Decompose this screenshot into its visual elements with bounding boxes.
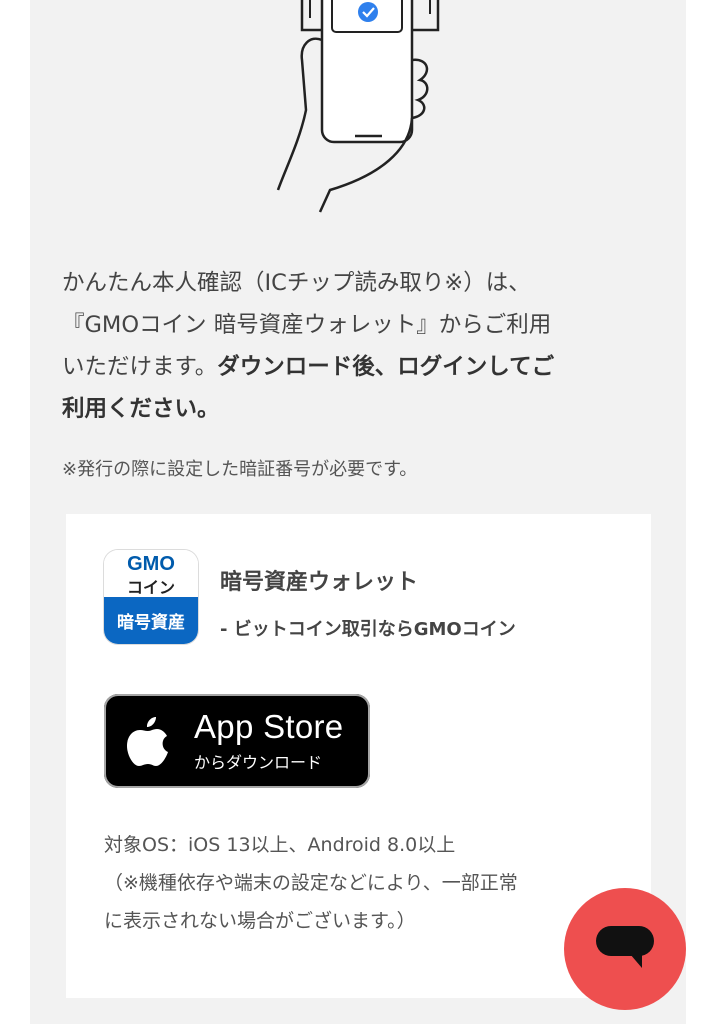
hand-holding-phone-illustration: [276, 0, 440, 213]
app-name: 暗号資産ウォレット: [220, 570, 419, 595]
intro-emphasis: ダウンロード後、ログインしてご: [217, 354, 555, 380]
intro-text: かんたん本人確認（ICチップ読み取り※）は、 『GMOコイン 暗号資産ウォレット』…: [62, 270, 555, 422]
pin-note: ※発行の際に設定した暗証番号が必要です。: [62, 459, 418, 480]
app-icon-asset-text: 暗号資産: [117, 613, 185, 633]
app-download-card: GMO コイン 暗号資産 暗号資産ウォレット - ビットコイン取引ならGMOコイ…: [66, 514, 651, 998]
app-subtitle: - ビットコイン取引ならGMOコイン: [220, 619, 516, 640]
store-badge-subtitle: からダウンロード: [194, 753, 323, 772]
chat-button[interactable]: [564, 888, 686, 1010]
supported-os-info: 対象OS：iOS 13以上、Android 8.0以上 （※機種依存や端末の設定な…: [104, 834, 518, 932]
chat-bubble-icon: [596, 926, 654, 968]
gmo-coin-app-icon[interactable]: GMO コイン 暗号資産: [104, 550, 198, 644]
app-icon-coin-text: コイン: [126, 578, 175, 597]
intro-emphasis-2: 利用ください。: [62, 396, 220, 422]
apple-logo-icon: [127, 717, 168, 766]
store-badge-title: App Store: [194, 708, 344, 745]
app-store-download-button[interactable]: App Store からダウンロード: [104, 694, 370, 788]
app-icon-logo-text: GMO: [127, 553, 175, 575]
